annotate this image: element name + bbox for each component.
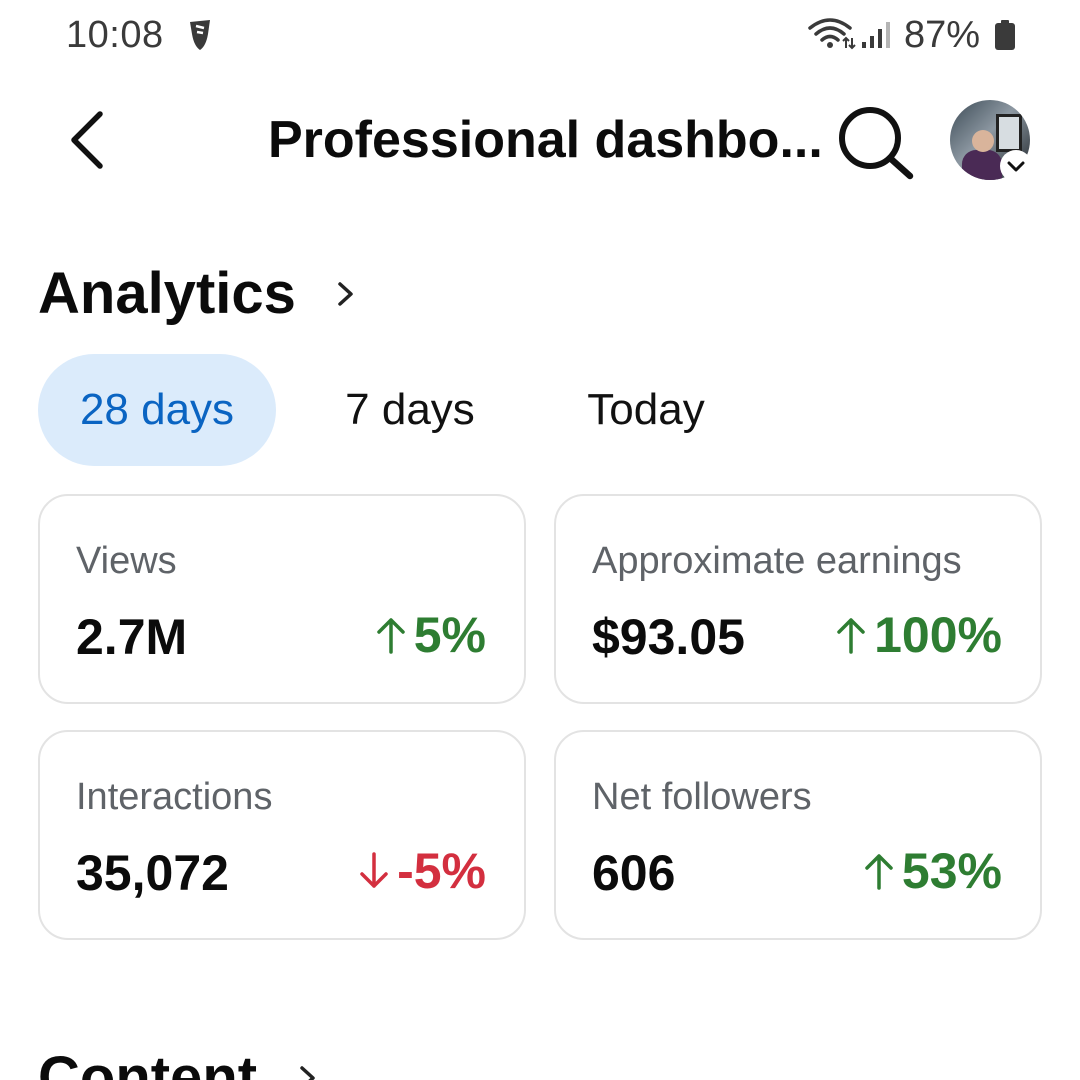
arrow-up-icon [376,618,405,654]
metric-change-value: 5% [413,607,486,663]
metric-change-value: 100% [874,607,1002,663]
metric-card-net-followers[interactable]: Net followers 606 53% [554,730,1042,940]
chevron-right-icon[interactable] [296,1060,320,1080]
metric-change: 53% [862,842,1002,900]
metric-change: -5% [357,842,486,900]
metric-label: Interactions [76,776,273,818]
avatar-photo-frame [996,114,1022,152]
wifi-icon [808,18,856,50]
back-arrow-icon[interactable] [60,104,120,176]
search-icon[interactable] [834,104,918,182]
tab-7-days[interactable]: 7 days [320,354,500,466]
metric-value: $93.05 [592,609,745,665]
professional-dashboard-screen: 10:08 87% Professional dashbo... Analyti… [0,0,1080,1080]
metric-change: 5% [374,606,486,664]
tab-today[interactable]: Today [564,354,728,466]
battery-icon [995,20,1015,50]
metric-label: Approximate earnings [592,540,962,582]
metric-label: Views [76,540,177,582]
arrow-up-icon [865,854,893,890]
signal-icon [862,22,890,48]
metric-value: 2.7M [76,609,188,665]
metric-value: 606 [592,845,676,901]
metric-card-interactions[interactable]: Interactions 35,072 -5% [38,730,526,940]
chevron-down-icon[interactable] [1000,150,1032,182]
analytics-title[interactable]: Analytics [38,260,296,327]
status-time: 10:08 [66,14,164,56]
battery-percent: 87% [904,14,981,56]
metric-card-views[interactable]: Views 2.7M 5% [38,494,526,704]
avatar-photo-body [962,150,1002,180]
metric-change: 100% [834,606,1002,664]
app-notification-icon [190,20,210,50]
metric-label: Net followers [592,776,812,818]
tab-28-days[interactable]: 28 days [38,354,276,466]
metric-card-earnings[interactable]: Approximate earnings $93.05 100% [554,494,1042,704]
metric-value: 35,072 [76,845,229,901]
avatar-photo-face [972,130,994,152]
page-title: Professional dashbo... [268,111,823,169]
metric-change-value: 53% [901,843,1002,899]
chevron-right-icon[interactable] [334,276,358,312]
arrow-up-icon [837,618,865,654]
metric-change-value: -5% [397,843,486,899]
content-title[interactable]: Content [38,1044,257,1080]
arrow-down-icon [360,852,388,888]
